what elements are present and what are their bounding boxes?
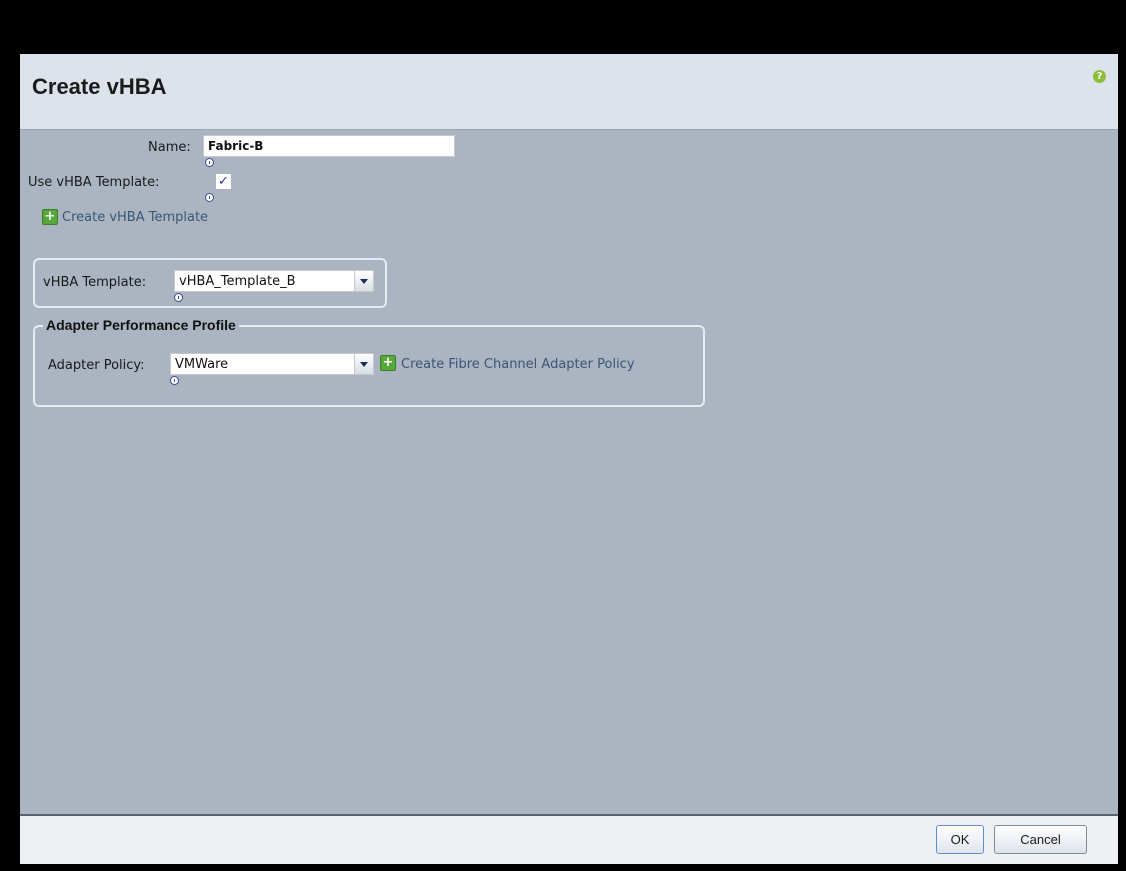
adapter-policy-select[interactable]: VMWare <box>170 353 374 375</box>
chevron-down-icon[interactable] <box>354 354 373 374</box>
vhba-template-group: vHBA Template: vHBA_Template_B <box>33 258 387 308</box>
adapter-policy-info-icon[interactable] <box>170 376 179 385</box>
name-input[interactable]: Fabric-B <box>203 135 455 157</box>
vhba-template-info-icon[interactable] <box>174 293 183 302</box>
dialog-content: Name: Fabric-B Use vHBA Template: ✓ + Cr… <box>20 130 1118 814</box>
vhba-template-label: vHBA Template: <box>43 275 147 290</box>
chevron-down-icon[interactable] <box>354 271 373 291</box>
create-vhba-dialog: Create vHBA ? Name: Fabric-B Use vHBA Te… <box>20 54 1118 864</box>
use-template-label: Use vHBA Template: <box>28 175 160 190</box>
vhba-template-select[interactable]: vHBA_Template_B <box>174 270 374 292</box>
adapter-policy-label: Adapter Policy: <box>48 358 145 373</box>
adapter-performance-profile-group: Adapter Performance Profile Adapter Poli… <box>33 317 705 407</box>
use-template-checkbox[interactable]: ✓ <box>215 173 232 190</box>
help-icon[interactable]: ? <box>1093 70 1106 83</box>
create-vhba-template-link[interactable]: Create vHBA Template <box>62 210 208 225</box>
vhba-template-value: vHBA_Template_B <box>179 274 296 289</box>
dialog-titlebar: Create vHBA ? <box>20 54 1118 130</box>
name-info-icon[interactable] <box>205 158 214 167</box>
ok-button[interactable]: OK <box>936 825 984 854</box>
adapter-panel-legend: Adapter Performance Profile <box>43 317 239 333</box>
use-template-info-icon[interactable] <box>205 193 214 202</box>
name-label: Name: <box>148 140 191 155</box>
create-fc-adapter-policy-link[interactable]: Create Fibre Channel Adapter Policy <box>401 357 635 372</box>
plus-icon[interactable]: + <box>380 355 396 371</box>
plus-icon[interactable]: + <box>42 209 58 225</box>
adapter-policy-value: VMWare <box>175 357 229 372</box>
cancel-button[interactable]: Cancel <box>994 825 1087 854</box>
dialog-footer: OK Cancel <box>20 814 1118 864</box>
dialog-title: Create vHBA <box>32 74 167 99</box>
